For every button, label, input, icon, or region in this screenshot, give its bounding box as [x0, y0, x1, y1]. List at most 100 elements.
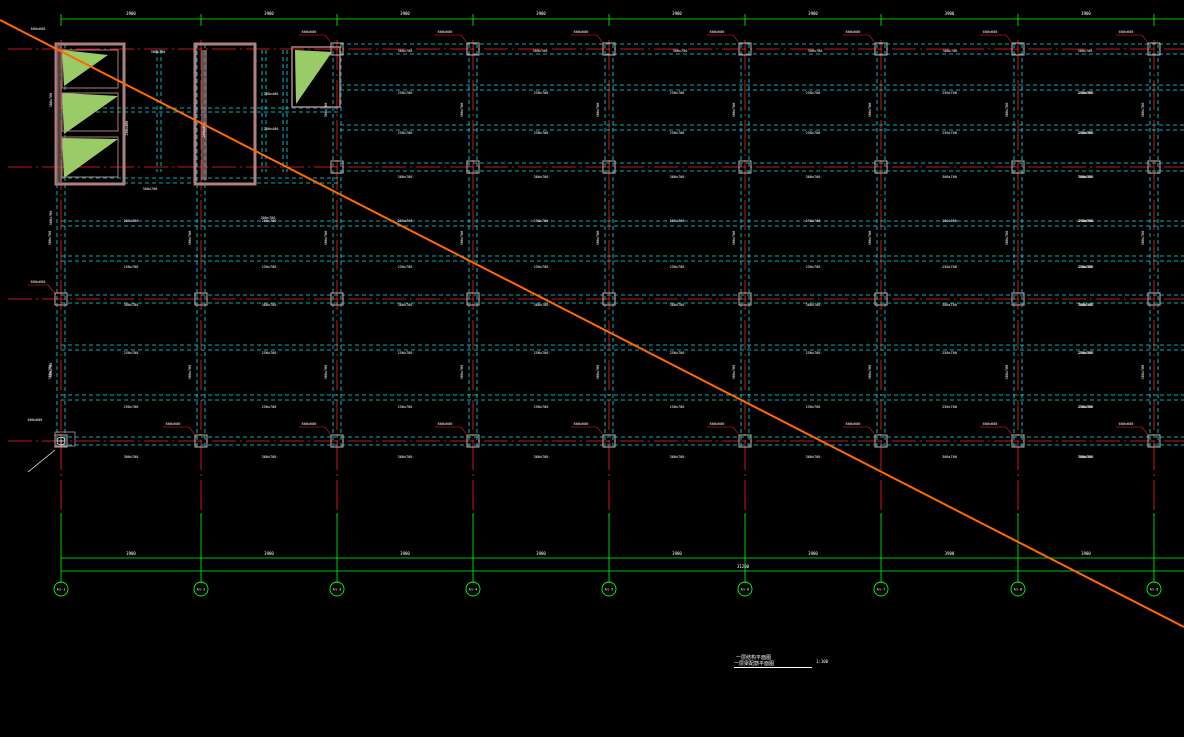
dimension-text-top: 3900 [264, 11, 274, 16]
beam-label-vertical: 300x700 [324, 365, 328, 380]
axis-bubble-label: A1-6 [741, 588, 750, 592]
beam-label-vertical: 300x700 [732, 231, 736, 246]
beam-label: 300x700 [398, 49, 413, 53]
beam-label-vertical: 300x700 [732, 103, 736, 118]
wall-segment [56, 44, 62, 184]
column-tag: 600x600 [31, 280, 46, 284]
beam-label-vertical: 300x700 [1005, 103, 1009, 118]
column-tag-leader [571, 426, 604, 436]
beam-label: 250x700 [670, 351, 685, 355]
dimension-text-bottom: 3900 [672, 551, 682, 556]
column-tag: 600x600 [983, 30, 998, 34]
drawing-title-secondary: 一层梁配筋平面图 [734, 661, 775, 667]
beam-label: 250x700 [670, 91, 685, 95]
dimension-text-bottom: 3900 [126, 551, 136, 556]
beam-label: 300x700 [261, 216, 276, 220]
dimension-text-top: 3900 [808, 11, 818, 16]
beam-label: 300x700 [670, 175, 685, 179]
axis-bubble-label: A1-9 [1150, 588, 1159, 592]
beam-label: 250x700 [534, 131, 549, 135]
axis-bubble-label: A1-2 [197, 588, 206, 592]
beam-label-vertical: 300x700 [49, 363, 53, 378]
cad-drawing-canvas[interactable]: 600x600 600x600 600x600 600x600 600x600 600x6… [0, 0, 1184, 733]
beam-label: 300x700 [262, 455, 277, 459]
beam-label-vertical: 300x700 [1141, 103, 1145, 118]
wall-hatch-area [295, 50, 332, 104]
column-tag-leader [707, 426, 740, 436]
axis-bubble-label: A1-7 [877, 588, 886, 592]
column-tag: 600x600 [31, 27, 46, 31]
column-tag: 600x600 [166, 422, 181, 426]
beam-label: 250x700 [942, 351, 957, 355]
beam-label-vertical: 300x700 [324, 103, 328, 118]
beam-label: 250x700 [806, 131, 821, 135]
dimension-text-top: 3900 [945, 11, 955, 16]
beam-label-vertical: 300x700 [732, 365, 736, 380]
column-tag: 600x600 [846, 30, 861, 34]
beam-label: 300x700 [670, 303, 685, 307]
beam-label: 300x700 [143, 187, 158, 191]
beam-label-vertical: 300x700 [1005, 365, 1009, 380]
column-tag: 600x600 [574, 30, 589, 34]
beam-label: 250x700 [262, 405, 277, 409]
column-tag-leader [435, 426, 468, 436]
column-tag-leader [163, 426, 196, 436]
beam-label: 250x700 [124, 219, 139, 223]
beam-label-vertical: 300x700 [596, 231, 600, 246]
beam-label: 300x700 [124, 303, 139, 307]
structural-plan: 600x600 600x600 600x600 600x600 600x600 600x6… [0, 11, 1184, 628]
dimension-text-top: 3900 [126, 11, 136, 16]
column-tag-leader [980, 426, 1013, 436]
beam-label-vertical: 200x400 [125, 121, 129, 136]
beam-label: 250x700 [670, 405, 685, 409]
beam-label: 250x700 [534, 91, 549, 95]
beam-label: 300x700 [534, 175, 549, 179]
beam-label: 250x700 [670, 265, 685, 269]
beam-label: 250x700 [806, 219, 821, 223]
beam-label: 250x700 [398, 351, 413, 355]
beam-label-vertical: 300x700 [868, 365, 872, 380]
beam-label: 300x700 [806, 455, 821, 459]
beam-label: 250x700 [398, 91, 413, 95]
column-tag-leader [435, 34, 468, 44]
dimension-text-top: 3900 [672, 11, 682, 16]
beam-label: 250x700 [262, 265, 277, 269]
dimension-text-bottom: 3900 [400, 551, 410, 556]
column-tag-leader [843, 426, 876, 436]
dimension-text-top: 3900 [536, 11, 546, 16]
beam-label: 300x700 [806, 175, 821, 179]
column-tag: 600x600 [710, 30, 725, 34]
beam-label: 250x700 [1078, 131, 1093, 135]
beam-label: 300x700 [808, 49, 823, 53]
wall-hatch-area [62, 93, 118, 134]
beam-label: 250x700 [942, 131, 957, 135]
axis-bubble-label: A1-3 [333, 588, 342, 592]
beam-label: 200x400 [264, 92, 279, 96]
beam-label: 250x700 [124, 405, 139, 409]
beam-label-vertical: 300x700 [49, 93, 53, 108]
beam-label: 300x700 [673, 49, 688, 53]
beam-label: 250x700 [1078, 351, 1093, 355]
beam-label-vertical: 300x700 [1141, 365, 1145, 380]
beam-label: 250x700 [942, 265, 957, 269]
beam-label: 300x700 [534, 455, 549, 459]
beam-label: 300x700 [1078, 175, 1093, 179]
beam-label: 300x700 [534, 303, 549, 307]
dimension-text-top: 3900 [1081, 11, 1091, 16]
beam-label: 250x700 [806, 91, 821, 95]
column-tag: 600x600 [710, 422, 725, 426]
axis-bubble-label: A1-1 [57, 588, 66, 592]
dimension-text-total: 31200 [737, 564, 750, 569]
beam-label-vertical: 300x700 [460, 365, 464, 380]
axis-bubble-label: A1-4 [469, 588, 478, 592]
beam-label: 300x700 [942, 303, 957, 307]
column-tag-leader [980, 34, 1013, 44]
beam-label: 250x700 [942, 219, 957, 223]
title-underline [734, 667, 812, 668]
beam-label: 300x700 [1078, 49, 1093, 53]
dimension-text-bottom: 3900 [264, 551, 274, 556]
axis-bubble-label: A1-5 [605, 588, 614, 592]
beam-label: 300x700 [942, 175, 957, 179]
beam-label: 250x700 [1078, 91, 1093, 95]
column-tag: 600x600 [302, 422, 317, 426]
